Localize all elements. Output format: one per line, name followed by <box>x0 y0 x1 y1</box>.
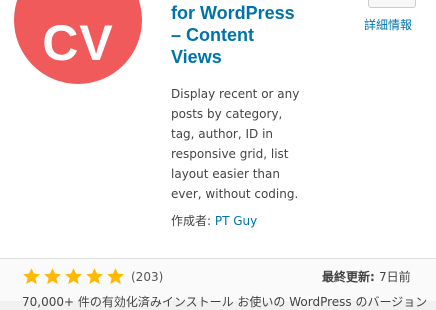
install-button[interactable] <box>368 0 416 8</box>
plugin-logo[interactable]: CV <box>14 0 142 84</box>
star-icon <box>23 268 40 285</box>
plugin-logo-text: CV <box>42 15 114 71</box>
plugin-description: Display recent or any posts by category,… <box>171 84 321 204</box>
description-line: ever, without coding. <box>171 187 299 201</box>
author-link[interactable]: PT Guy <box>215 214 257 228</box>
plugin-title-line-1[interactable]: for WordPress <box>171 2 341 24</box>
description-line: tag, author, ID in <box>171 127 274 141</box>
star-icon <box>44 268 61 285</box>
star-rating: (203) <box>22 267 163 286</box>
more-details-link[interactable]: 詳細情報 <box>364 16 412 33</box>
rating-count: (203) <box>131 269 164 284</box>
plugin-title-line-2[interactable]: – Content <box>171 24 341 46</box>
author-label: 作成者: <box>171 214 215 228</box>
plugin-title-line-3[interactable]: Views <box>171 46 341 68</box>
active-installs: 70,000+ 件の有効化済みインストール お使いの WordPress のバー… <box>22 295 428 309</box>
plugin-title-link[interactable]: for WordPress – Content Views <box>171 2 341 68</box>
last-updated: 最終更新: 7日前 <box>322 268 411 285</box>
description-line: posts by category, <box>171 107 283 121</box>
star-icon <box>107 268 124 285</box>
plugin-author: 作成者: PT Guy <box>171 212 257 229</box>
plugin-card-footer: (203) 最終更新: 7日前 70,000+ 件の有効化済みインストール お使… <box>0 258 436 309</box>
last-updated-value: 7日前 <box>378 270 411 284</box>
description-line: Display recent or any <box>171 87 300 101</box>
description-line: layout easier than <box>171 167 280 181</box>
star-icon <box>86 268 103 285</box>
star-icon <box>65 268 82 285</box>
plugin-card: CV for WordPress – Content Views 詳細情報 Di… <box>0 0 436 258</box>
description-line: responsive grid, list <box>171 147 289 161</box>
last-updated-label: 最終更新: <box>322 270 379 284</box>
